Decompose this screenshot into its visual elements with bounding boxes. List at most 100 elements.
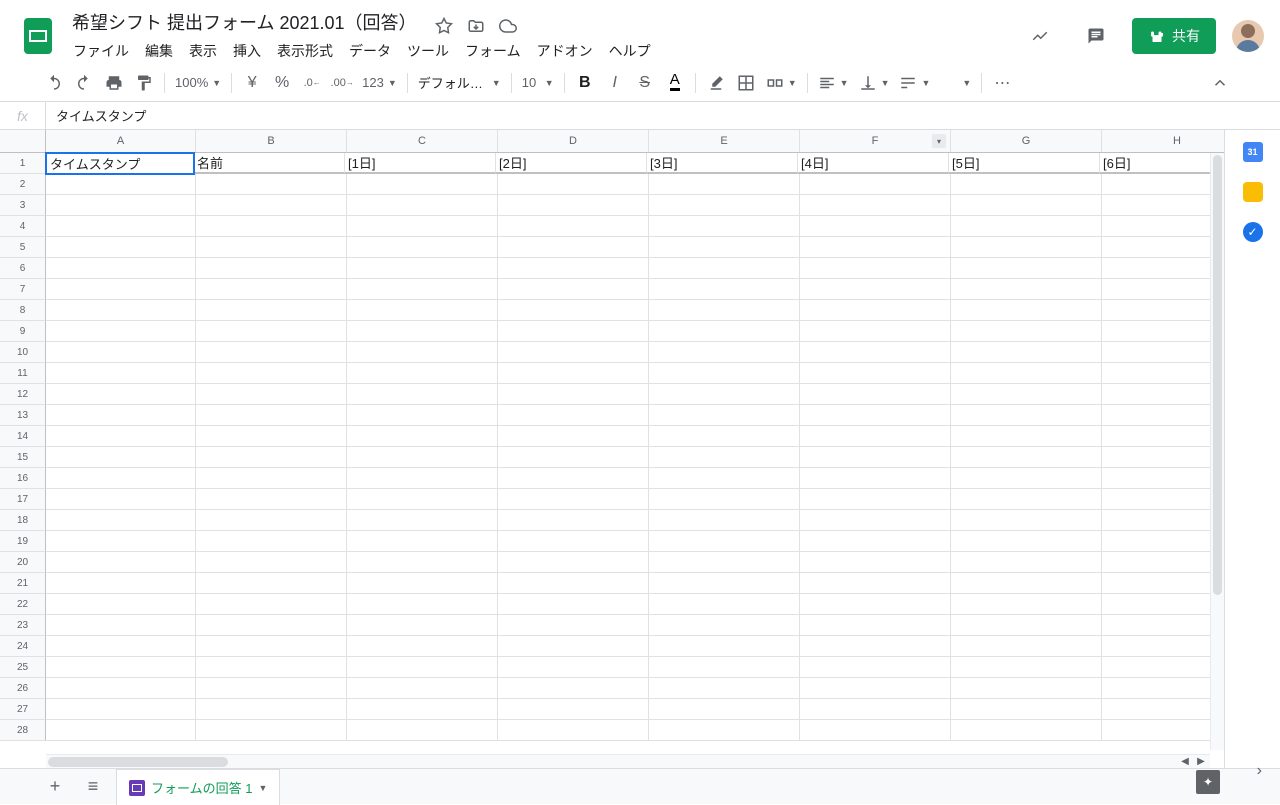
menu-item[interactable]: 挿入 <box>226 37 268 65</box>
menu-item[interactable]: 表示形式 <box>270 37 340 65</box>
calendar-icon[interactable]: 31 <box>1243 142 1263 162</box>
cell[interactable] <box>46 594 196 615</box>
cell[interactable] <box>46 174 196 195</box>
cell[interactable] <box>498 699 649 720</box>
row-header[interactable]: 6 <box>0 258 46 279</box>
cell[interactable] <box>196 510 347 531</box>
cell[interactable] <box>1102 237 1224 258</box>
cell[interactable] <box>951 531 1102 552</box>
cell[interactable] <box>46 363 196 384</box>
cell[interactable] <box>498 615 649 636</box>
italic-button[interactable]: I <box>601 69 629 97</box>
cell[interactable] <box>800 531 951 552</box>
row-header[interactable]: 26 <box>0 678 46 699</box>
cell[interactable] <box>951 720 1102 741</box>
cell[interactable] <box>1102 594 1224 615</box>
menu-item[interactable]: データ <box>342 37 398 65</box>
redo-button[interactable] <box>70 69 98 97</box>
menu-item[interactable]: ツール <box>400 37 456 65</box>
cell[interactable] <box>1102 174 1224 195</box>
cell[interactable] <box>649 657 800 678</box>
cell[interactable] <box>649 258 800 279</box>
cell[interactable] <box>196 678 347 699</box>
cell[interactable] <box>951 384 1102 405</box>
cell[interactable] <box>46 300 196 321</box>
fx-icon[interactable]: fx <box>0 102 46 129</box>
merge-dropdown[interactable]: ▼ <box>762 71 801 95</box>
cell[interactable] <box>347 615 498 636</box>
explore-button[interactable] <box>1196 770 1220 794</box>
cell[interactable] <box>800 363 951 384</box>
cell[interactable] <box>46 426 196 447</box>
cell[interactable] <box>347 720 498 741</box>
cell[interactable] <box>347 552 498 573</box>
formula-input[interactable]: タイムスタンプ <box>46 106 1280 125</box>
column-header[interactable]: G <box>951 130 1102 152</box>
cell[interactable]: [2日] <box>496 153 647 174</box>
row-header[interactable]: 9 <box>0 321 46 342</box>
borders-button[interactable] <box>732 69 760 97</box>
vertical-scrollbar[interactable] <box>1210 153 1224 750</box>
row-header[interactable]: 14 <box>0 426 46 447</box>
cell[interactable] <box>347 195 498 216</box>
cell[interactable] <box>951 489 1102 510</box>
row-header[interactable]: 23 <box>0 615 46 636</box>
cell[interactable] <box>196 720 347 741</box>
app-logo[interactable] <box>18 16 58 56</box>
cell[interactable] <box>46 447 196 468</box>
cell[interactable] <box>498 489 649 510</box>
cell[interactable] <box>46 657 196 678</box>
cell[interactable] <box>347 258 498 279</box>
cell[interactable] <box>196 531 347 552</box>
cell[interactable] <box>649 489 800 510</box>
cell[interactable] <box>196 195 347 216</box>
cell[interactable] <box>649 426 800 447</box>
collapse-toolbar-icon[interactable] <box>1206 69 1234 97</box>
cell[interactable] <box>649 216 800 237</box>
cell[interactable] <box>951 216 1102 237</box>
cell[interactable] <box>347 531 498 552</box>
cell[interactable] <box>1102 279 1224 300</box>
cell[interactable] <box>46 468 196 489</box>
cell[interactable] <box>1102 258 1224 279</box>
cell[interactable] <box>649 405 800 426</box>
cell[interactable] <box>800 657 951 678</box>
row-header[interactable]: 11 <box>0 363 46 384</box>
comments-icon[interactable] <box>1076 16 1116 56</box>
cell[interactable] <box>951 405 1102 426</box>
cell[interactable] <box>498 405 649 426</box>
cell[interactable] <box>347 447 498 468</box>
column-header[interactable]: C <box>347 130 498 152</box>
cell[interactable] <box>46 321 196 342</box>
keep-icon[interactable] <box>1243 182 1263 202</box>
cell[interactable] <box>498 237 649 258</box>
cell[interactable] <box>649 447 800 468</box>
menu-item[interactable]: 編集 <box>138 37 180 65</box>
zoom-dropdown[interactable]: 100%▼ <box>171 71 225 95</box>
valign-dropdown[interactable]: ▼ <box>855 71 894 95</box>
row-header[interactable]: 27 <box>0 699 46 720</box>
cell[interactable] <box>951 510 1102 531</box>
font-size-dropdown[interactable]: 10▼ <box>518 71 558 95</box>
cell[interactable] <box>498 573 649 594</box>
cell[interactable] <box>498 657 649 678</box>
column-header[interactable]: H <box>1102 130 1224 152</box>
cell[interactable] <box>1102 615 1224 636</box>
cell[interactable] <box>498 258 649 279</box>
tasks-icon[interactable]: ✓ <box>1243 222 1263 242</box>
row-header[interactable]: 25 <box>0 657 46 678</box>
cell[interactable] <box>498 678 649 699</box>
cell[interactable] <box>46 573 196 594</box>
cell[interactable] <box>196 657 347 678</box>
cell[interactable] <box>347 573 498 594</box>
cell[interactable] <box>800 447 951 468</box>
cell[interactable] <box>649 594 800 615</box>
cell[interactable] <box>498 216 649 237</box>
cell[interactable] <box>1102 216 1224 237</box>
sheet-tab-menu-icon[interactable]: ▼ <box>258 783 267 793</box>
row-header[interactable]: 15 <box>0 447 46 468</box>
wrap-dropdown[interactable]: ▼ <box>895 71 934 95</box>
cell[interactable] <box>951 447 1102 468</box>
cell[interactable]: 名前 <box>194 153 345 174</box>
cell[interactable] <box>800 300 951 321</box>
